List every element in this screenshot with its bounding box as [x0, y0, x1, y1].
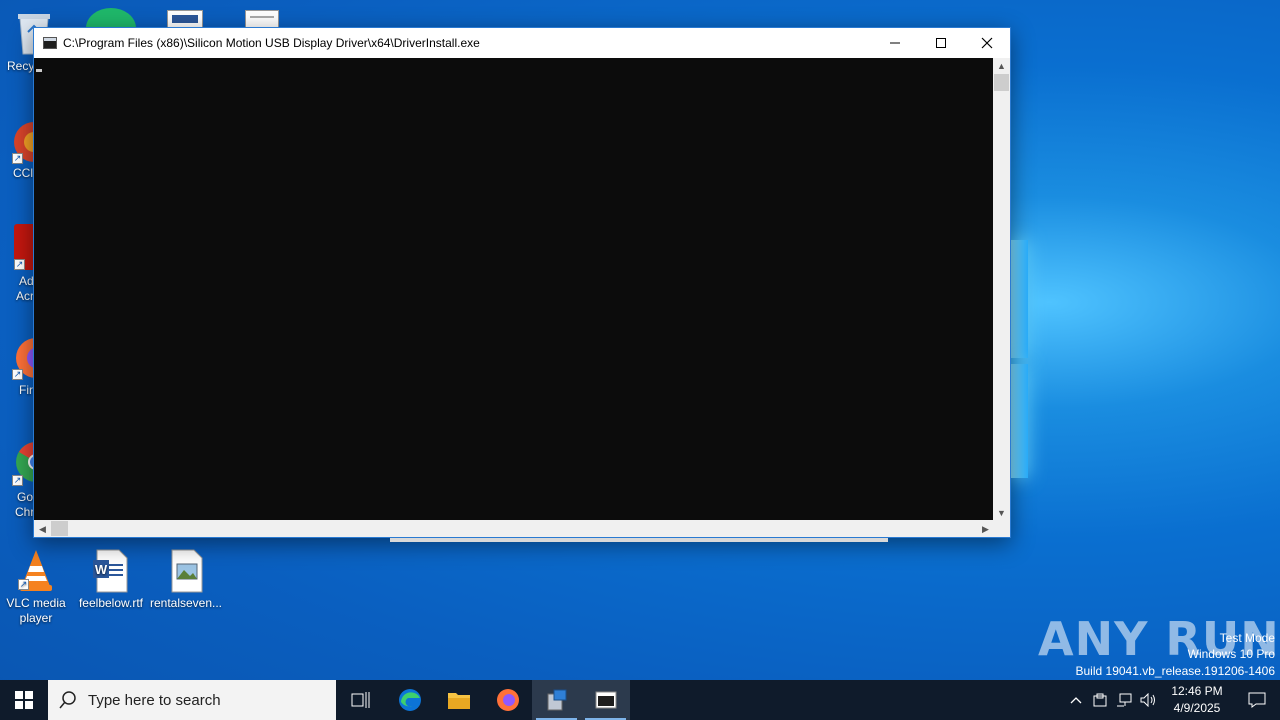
show-hidden-icons-button[interactable]	[1064, 680, 1088, 720]
volume-button[interactable]	[1136, 680, 1160, 720]
console-title: C:\Program Files (x86)\Silicon Motion US…	[63, 36, 480, 50]
console-output-area[interactable]	[34, 58, 994, 521]
search-icon	[48, 691, 88, 709]
horizontal-scroll-thumb[interactable]	[51, 521, 68, 536]
desktop-icon-doc-top-1[interactable]	[167, 10, 203, 28]
firefox-icon	[496, 689, 519, 711]
scrollbar-corner	[993, 520, 1010, 537]
taskbar-console-button[interactable]	[581, 680, 630, 720]
image-file-icon	[166, 548, 206, 593]
recycle-bin-label: Recy	[7, 59, 35, 73]
maximize-button[interactable]	[918, 28, 964, 58]
build-label: Build 19041.vb_release.191206-1406	[1075, 664, 1276, 678]
taskbar-file-explorer-button[interactable]	[434, 680, 483, 720]
text-file-icon	[250, 16, 274, 18]
desktop-icon-ccleaner[interactable]: ↗	[12, 120, 54, 164]
taskbar-installer-button[interactable]	[532, 680, 581, 720]
chevron-up-icon	[1070, 697, 1082, 704]
vlc-icon: ↗	[16, 548, 56, 592]
task-view-button[interactable]	[336, 680, 385, 720]
taskbar-edge-button[interactable]	[385, 680, 434, 720]
taskbar-firefox-button[interactable]	[483, 680, 532, 720]
desktop-icon-feelbelow[interactable]: W feelbelow.rtf	[74, 548, 148, 611]
close-button[interactable]	[964, 28, 1010, 58]
shortcut-arrow-icon: ↗	[12, 369, 23, 380]
chrome-label-1: Go	[17, 490, 34, 504]
search-placeholder: Type here to search	[88, 691, 221, 709]
windows-edition-label: Windows 10 Pro	[1187, 647, 1275, 661]
rentalseven-label: rentalseven...	[149, 596, 223, 610]
system-tray: 12:46 PM 4/9/2025	[1064, 680, 1280, 720]
vertical-scrollbar[interactable]: ▲ ▼	[993, 58, 1010, 521]
feelbelow-label: feelbelow.rtf	[78, 596, 144, 610]
shortcut-arrow-icon: ↗	[12, 475, 23, 486]
console-app-icon	[43, 37, 57, 49]
clock-date: 4/9/2025	[1173, 701, 1221, 715]
desktop-icon-vlc[interactable]: ↗ VLC media player	[0, 548, 73, 626]
adobe-label-2: Acr	[16, 289, 34, 303]
minimize-icon	[890, 42, 900, 44]
ccleaner-label: CCl	[13, 166, 33, 180]
tray-app-icon	[1093, 693, 1107, 707]
file-explorer-icon	[447, 693, 470, 709]
vlc-label-1: VLC media	[6, 596, 66, 610]
vlc-label-2: player	[19, 611, 53, 625]
scroll-left-arrow-icon[interactable]: ◀	[34, 521, 51, 537]
console-icon	[595, 691, 616, 709]
edge-icon	[86, 8, 136, 48]
installer-icon	[547, 689, 566, 711]
console-window[interactable]: C:\Program Files (x86)\Silicon Motion US…	[33, 27, 1011, 538]
word-document-icon: W	[91, 548, 131, 593]
test-mode-label: Test Mode	[1219, 631, 1275, 645]
windows-start-icon	[15, 691, 33, 709]
desktop-icon-firefox[interactable]: ↗	[12, 336, 56, 380]
clock-time: 12:46 PM	[1171, 684, 1223, 698]
notification-icon	[1248, 692, 1266, 708]
taskbar-clock[interactable]: 12:46 PM 4/9/2025	[1164, 683, 1230, 717]
minimize-button[interactable]	[872, 28, 918, 58]
scroll-right-arrow-icon[interactable]: ▶	[977, 521, 994, 537]
chrome-label-2: Chr	[15, 505, 35, 519]
desktop-icon-adobe[interactable]: ↗	[14, 224, 34, 270]
shortcut-arrow-icon: ↗	[18, 579, 29, 590]
desktop-icon-rentalseven[interactable]: rentalseven...	[149, 548, 223, 611]
text-cursor	[36, 69, 42, 72]
taskbar: Type here to search 12:46 PM 4/9/2025	[0, 680, 1280, 720]
network-button[interactable]	[1112, 680, 1136, 720]
svg-text:W: W	[95, 562, 108, 577]
horizontal-scrollbar[interactable]: ◀ ▶	[34, 520, 994, 537]
desktop-icon-edge[interactable]	[86, 6, 136, 48]
windows-wallpaper-logo	[1010, 240, 1030, 480]
edge-icon	[398, 689, 421, 711]
volume-icon	[1140, 693, 1155, 707]
close-icon	[981, 37, 993, 49]
scroll-down-arrow-icon[interactable]: ▼	[993, 505, 1010, 521]
word-document-icon	[172, 15, 198, 23]
shortcut-arrow-icon: ↗	[14, 259, 25, 270]
desktop-icon-chrome[interactable]: ↗	[12, 440, 56, 486]
task-view-icon	[351, 692, 369, 708]
adobe-label-1: Ad	[19, 274, 34, 288]
scroll-up-arrow-icon[interactable]: ▲	[993, 58, 1010, 74]
shortcut-arrow-icon: ↗	[12, 153, 23, 164]
network-icon	[1117, 693, 1132, 707]
tray-app-button[interactable]	[1088, 680, 1112, 720]
vertical-scroll-thumb[interactable]	[994, 74, 1009, 91]
background-window-edge	[390, 538, 888, 542]
start-button[interactable]	[0, 680, 48, 720]
firefox-label: Fir	[19, 383, 33, 397]
console-titlebar[interactable]: C:\Program Files (x86)\Silicon Motion US…	[34, 28, 1010, 58]
action-center-button[interactable]	[1234, 680, 1280, 720]
maximize-icon	[936, 38, 946, 48]
taskbar-search-box[interactable]: Type here to search	[48, 680, 336, 720]
desktop-icon-doc-top-2[interactable]	[245, 10, 279, 28]
